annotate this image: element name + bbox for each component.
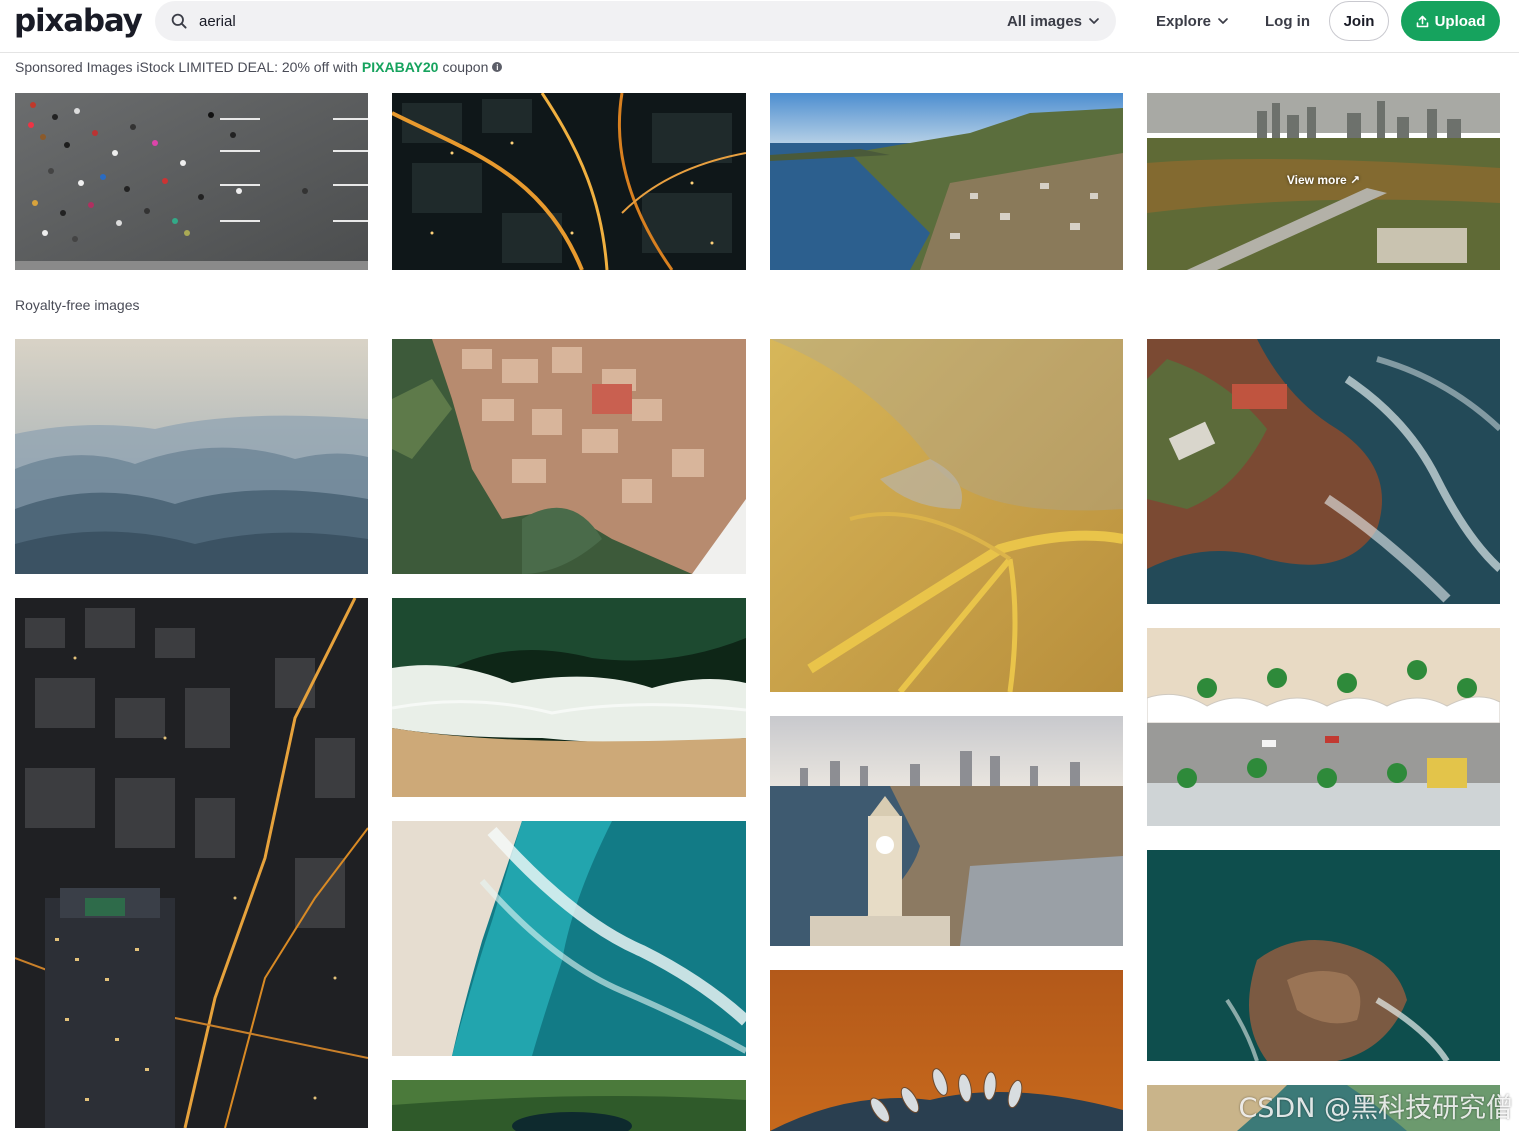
image-result[interactable] (392, 339, 746, 574)
external-link-icon: ↗ (1350, 173, 1361, 187)
top-bar: pixabay All images Explore Log in Join U… (0, 0, 1519, 53)
image-result[interactable] (770, 970, 1123, 1131)
chevron-down-icon (1089, 18, 1099, 24)
search-input[interactable] (199, 1, 979, 41)
sponsored-banner: Sponsored Images iStock LIMITED DEAL: 20… (15, 59, 503, 75)
chevron-down-icon (1218, 18, 1228, 24)
join-button[interactable]: Join (1329, 1, 1389, 41)
image-thumbnail (770, 970, 1123, 1131)
image-result[interactable] (392, 1080, 746, 1131)
view-more-link[interactable]: View more ↗ (1147, 173, 1500, 187)
search-bar[interactable]: All images (155, 1, 1116, 41)
image-result[interactable] (392, 598, 746, 797)
image-thumbnail (15, 598, 368, 1128)
sponsored-image-crowd-road[interactable] (15, 93, 368, 270)
coupon-code[interactable]: PIXABAY20 (362, 59, 439, 75)
image-thumbnail (392, 598, 746, 797)
image-result[interactable] (1147, 850, 1500, 1061)
image-result[interactable] (1147, 628, 1500, 826)
sponsored-image-night-city[interactable] (392, 93, 746, 270)
image-thumbnail (1147, 850, 1500, 1061)
view-more-label: View more (1286, 173, 1347, 187)
login-link[interactable]: Log in (1265, 0, 1310, 42)
pixabay-logo[interactable]: pixabay (14, 4, 143, 38)
explore-label: Explore (1156, 12, 1212, 30)
upload-button[interactable]: Upload (1401, 1, 1500, 41)
image-thumbnail (770, 716, 1123, 946)
image-thumbnail (392, 1080, 746, 1131)
image-result[interactable] (770, 339, 1123, 692)
image-type-label: All images (1006, 12, 1082, 30)
sponsored-image-skyline-bridge[interactable]: View more ↗ (1147, 93, 1500, 270)
image-thumbnail (15, 339, 368, 574)
image-result[interactable] (15, 598, 368, 1128)
image-thumbnail (392, 821, 746, 1056)
image-thumbnail (392, 93, 746, 270)
image-result[interactable] (1147, 339, 1500, 604)
coupon-label: coupon (442, 59, 489, 75)
upload-label: Upload (1434, 12, 1486, 30)
image-thumbnail (1147, 339, 1500, 604)
image-result[interactable] (770, 716, 1123, 946)
image-thumbnail (770, 339, 1123, 692)
explore-menu[interactable]: Explore (1156, 0, 1229, 42)
section-title: Royalty-free images (15, 297, 140, 313)
info-icon[interactable]: i (492, 62, 503, 72)
image-type-dropdown[interactable]: All images (1007, 1, 1100, 41)
sponsored-image-coastal-town[interactable] (770, 93, 1123, 270)
image-result[interactable] (392, 821, 746, 1056)
upload-icon (1416, 15, 1428, 27)
image-thumbnail (15, 93, 368, 270)
image-thumbnail (770, 93, 1123, 270)
search-icon (171, 13, 187, 29)
watermark: CSDN @黑科技研究僧 (1238, 1093, 1513, 1124)
image-thumbnail (392, 339, 746, 574)
sponsored-text: Sponsored Images iStock LIMITED DEAL: 20… (15, 59, 358, 75)
image-result[interactable] (15, 339, 368, 574)
image-thumbnail (1147, 628, 1500, 826)
